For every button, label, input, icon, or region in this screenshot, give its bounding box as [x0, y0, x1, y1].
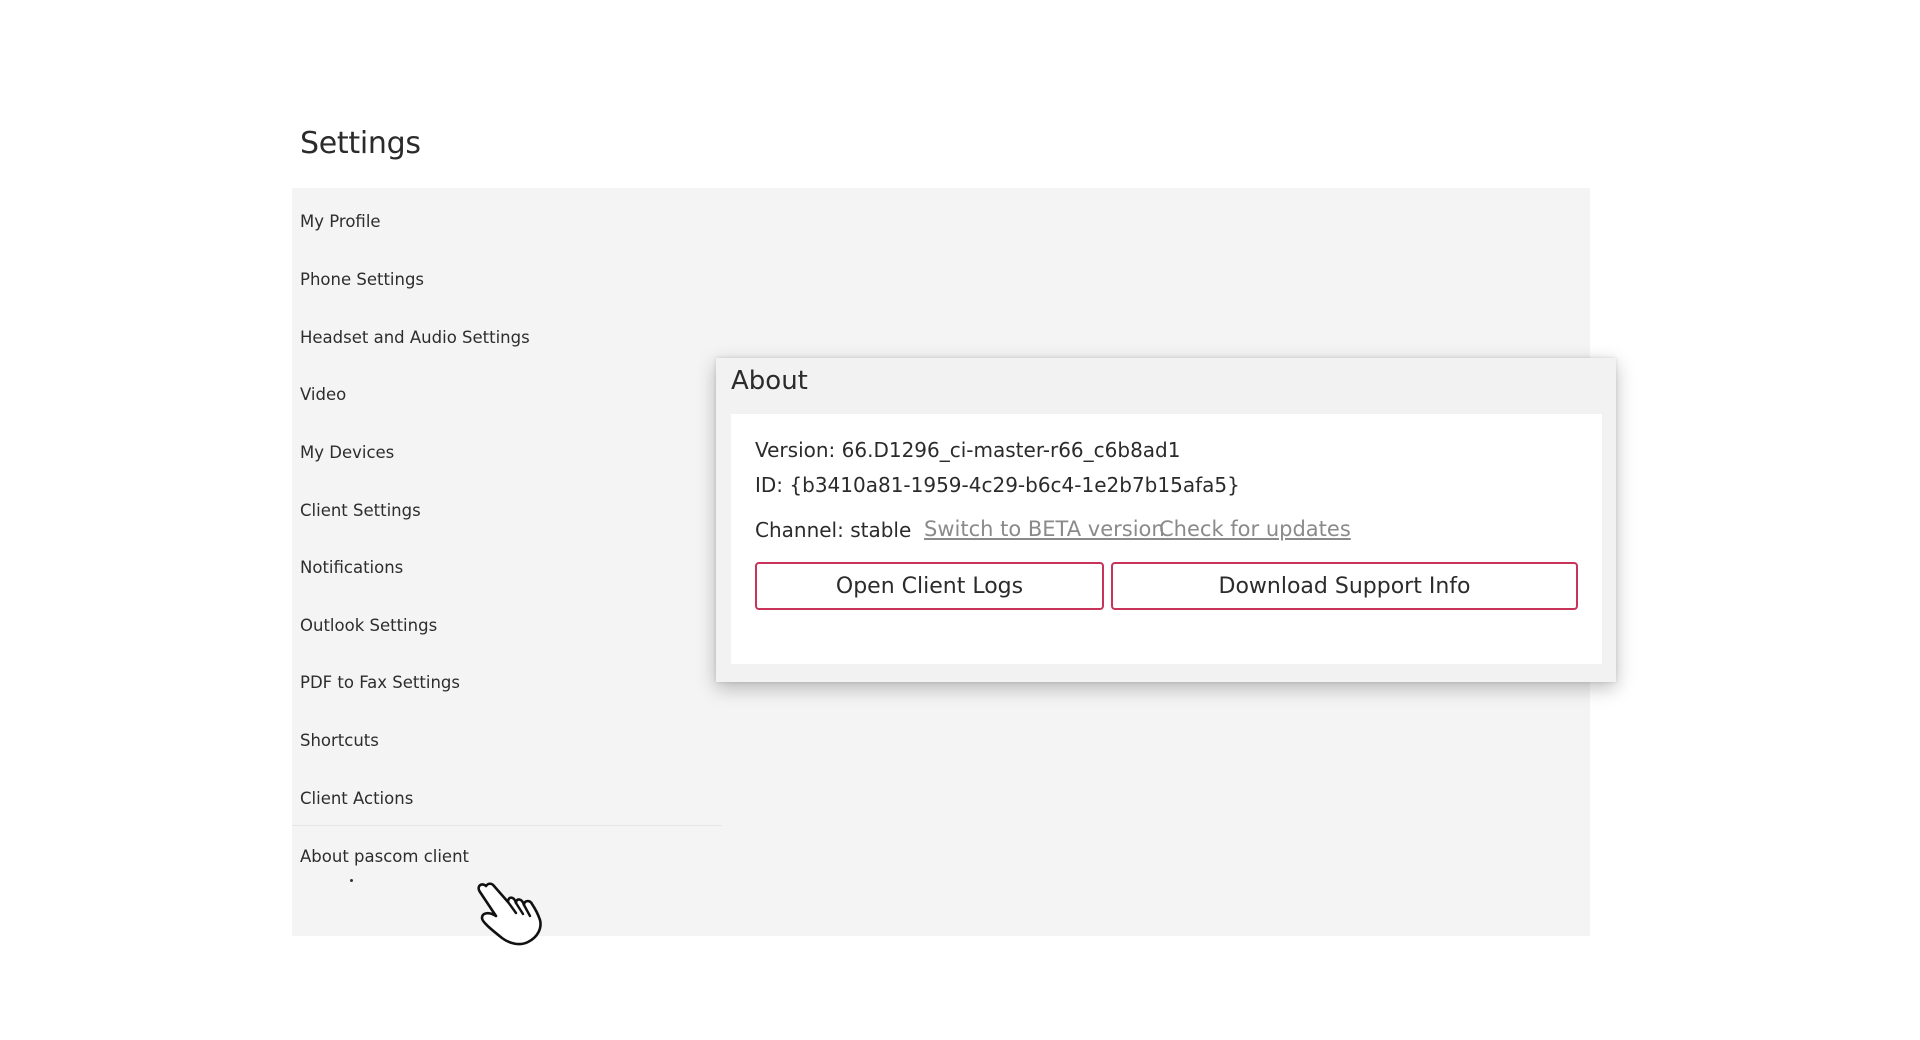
sidebar-item-client-settings[interactable]: Client Settings — [300, 501, 421, 520]
open-client-logs-button[interactable]: Open Client Logs — [755, 562, 1104, 610]
hand-pointer-icon — [477, 882, 542, 946]
sidebar-item-notifications[interactable]: Notifications — [300, 558, 403, 577]
sidebar-item-video[interactable]: Video — [300, 385, 346, 404]
sidebar-item-pdf-to-fax[interactable]: PDF to Fax Settings — [300, 673, 460, 692]
sidebar-item-phone-settings[interactable]: Phone Settings — [300, 270, 424, 289]
settings-sidebar: My Profile Phone Settings Headset and Au… — [292, 188, 722, 946]
sidebar-item-my-devices[interactable]: My Devices — [300, 443, 394, 462]
check-for-updates-link[interactable]: Check for updates — [1159, 517, 1351, 541]
cursor-dot — [350, 879, 353, 882]
about-content: Version: 66.D1296_ci-master-r66_c6b8ad1 … — [731, 414, 1602, 664]
download-support-info-button[interactable]: Download Support Info — [1111, 562, 1578, 610]
sidebar-item-my-profile[interactable]: My Profile — [300, 212, 381, 231]
sidebar-item-shortcuts[interactable]: Shortcuts — [300, 731, 379, 750]
sidebar-divider — [292, 825, 722, 826]
sidebar-item-headset-audio[interactable]: Headset and Audio Settings — [300, 328, 530, 347]
sidebar-item-about[interactable]: About pascom client — [300, 847, 469, 866]
version-text: Version: 66.D1296_ci-master-r66_c6b8ad1 — [755, 438, 1181, 462]
switch-to-beta-link[interactable]: Switch to BETA version — [924, 517, 1165, 541]
about-dialog: About Version: 66.D1296_ci-master-r66_c6… — [716, 358, 1616, 682]
page-title: Settings — [300, 126, 421, 161]
sidebar-item-outlook-settings[interactable]: Outlook Settings — [300, 616, 437, 635]
sidebar-item-client-actions[interactable]: Client Actions — [300, 789, 413, 808]
client-id-text: ID: {b3410a81-1959-4c29-b6c4-1e2b7b15afa… — [755, 473, 1240, 497]
about-title: About — [731, 366, 808, 396]
channel-text: Channel: stable — [755, 518, 912, 542]
